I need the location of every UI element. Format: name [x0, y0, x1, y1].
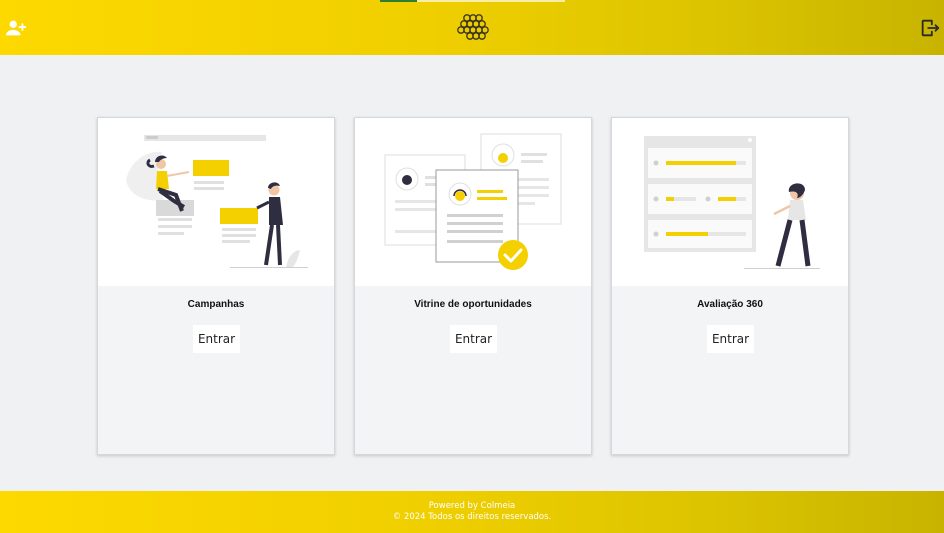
card-campanhas: Campanhas Entrar — [97, 117, 335, 455]
card-avaliacao-360: Avaliação 360 Entrar — [611, 117, 849, 455]
card-title: Avaliação 360 — [697, 299, 763, 310]
enter-button-avaliacao[interactable]: Entrar — [707, 325, 754, 353]
card-title: Campanhas — [187, 299, 245, 310]
loading-progress-fill — [380, 0, 417, 2]
top-bar — [0, 0, 944, 55]
card-grid: Campanhas Entrar Vitrine de oportunidade… — [97, 117, 850, 455]
enter-button-campanhas[interactable]: Entrar — [193, 325, 240, 353]
honeycomb-logo-icon[interactable] — [456, 13, 490, 41]
opportunities-illustration — [355, 118, 591, 286]
logout-icon[interactable] — [919, 17, 941, 39]
card-title: Vitrine de oportunidades — [414, 299, 532, 310]
footer: Powered by Colmeia © 2024 Todos os direi… — [0, 491, 944, 533]
powered-by-text: Powered by Colmeia — [428, 501, 516, 511]
evaluation-illustration — [612, 118, 848, 286]
card-vitrine-de-oportunidades: Vitrine de oportunidades Entrar — [354, 117, 592, 455]
loading-progress-bar — [380, 0, 565, 2]
campaign-illustration — [98, 118, 334, 286]
enter-button-vitrine[interactable]: Entrar — [450, 325, 497, 353]
copyright-text: © 2024 Todos os direitos reservados. — [392, 512, 552, 522]
add-user-icon[interactable] — [5, 17, 27, 39]
